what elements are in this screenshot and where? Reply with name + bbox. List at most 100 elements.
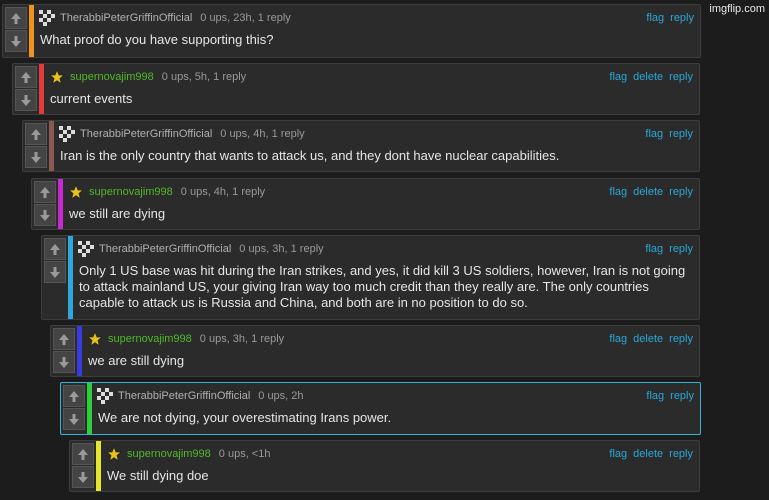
downvote-button[interactable] <box>34 204 56 226</box>
downvote-button[interactable] <box>53 351 75 373</box>
comment-7: supernovajim998 0 ups, <1h flag delete r… <box>69 440 700 492</box>
downvote-button[interactable] <box>44 261 66 283</box>
reply-link[interactable]: reply <box>669 128 693 140</box>
reply-link[interactable]: reply <box>669 243 693 255</box>
comment-6: TherabbiPeterGriffinOfficial 0 ups, 2h f… <box>60 382 701 435</box>
comment-meta: 0 ups, <1h <box>218 448 271 460</box>
comment-header: supernovajim998 0 ups, <1h flag delete r… <box>106 446 693 462</box>
arrow-down-icon <box>78 471 88 483</box>
comment-header: TherabbiPeterGriffinOfficial 0 ups, 3h, … <box>78 241 693 257</box>
delete-link[interactable]: delete <box>633 448 663 460</box>
comment-text: What proof do you have supporting this? <box>40 32 274 47</box>
arrow-up-icon <box>69 390 79 402</box>
arrow-down-icon <box>50 266 60 278</box>
arrow-down-icon <box>59 356 69 368</box>
reply-link[interactable]: reply <box>670 390 694 402</box>
checker-avatar-icon[interactable] <box>59 126 75 142</box>
upvote-button[interactable] <box>72 443 94 465</box>
comment-actions: flag reply <box>645 243 693 255</box>
flag-link[interactable]: flag <box>609 71 627 83</box>
comment-2: TherabbiPeterGriffinOfficial 0 ups, 4h, … <box>22 120 700 172</box>
upvote-button[interactable] <box>5 7 27 29</box>
username[interactable]: TherabbiPeterGriffinOfficial <box>60 12 192 24</box>
reply-link[interactable]: reply <box>670 12 694 24</box>
username[interactable]: supernovajim998 <box>127 448 211 460</box>
comment-actions: flag delete reply <box>609 333 693 345</box>
arrow-down-icon <box>31 151 41 163</box>
comment-header: TherabbiPeterGriffinOfficial 0 ups, 2h f… <box>97 388 694 404</box>
vote-controls <box>15 66 37 112</box>
flag-link[interactable]: flag <box>646 12 664 24</box>
delete-link[interactable]: delete <box>633 71 663 83</box>
star-avatar-icon[interactable] <box>68 184 84 200</box>
upvote-button[interactable] <box>44 238 66 260</box>
arrow-up-icon <box>50 243 60 255</box>
flag-link[interactable]: flag <box>646 390 664 402</box>
upvote-button[interactable] <box>63 385 85 407</box>
reply-link[interactable]: reply <box>669 186 693 198</box>
vote-controls <box>34 181 56 227</box>
reply-link[interactable]: reply <box>669 71 693 83</box>
star-avatar-icon[interactable] <box>106 446 122 462</box>
comment-text: we are still dying <box>88 353 185 368</box>
star-avatar-icon[interactable] <box>49 69 65 85</box>
comment-1: supernovajim998 0 ups, 5h, 1 reply flag … <box>12 63 700 115</box>
comment-meta: 0 ups, 4h, 1 reply <box>180 186 266 198</box>
checker-avatar-icon[interactable] <box>39 10 55 26</box>
comment-meta: 0 ups, 2h <box>258 390 304 402</box>
flag-link[interactable]: flag <box>609 333 627 345</box>
vote-controls <box>5 7 27 53</box>
comment-text: current events <box>50 91 133 106</box>
arrow-up-icon <box>21 71 31 83</box>
upvote-button[interactable] <box>34 181 56 203</box>
arrow-down-icon <box>40 209 50 221</box>
vote-controls <box>53 328 75 374</box>
flag-link[interactable]: flag <box>609 186 627 198</box>
flag-link[interactable]: flag <box>645 243 663 255</box>
reply-link[interactable]: reply <box>669 333 693 345</box>
comment-header: supernovajim998 0 ups, 3h, 1 reply flag … <box>87 331 693 347</box>
comment-actions: flag delete reply <box>609 448 693 460</box>
comment-header: supernovajim998 0 ups, 5h, 1 reply flag … <box>49 69 693 85</box>
thread-color-bar <box>68 236 73 319</box>
delete-link[interactable]: delete <box>633 186 663 198</box>
comment-text: Only 1 US base was hit during the Iran s… <box>79 263 686 310</box>
comment-actions: flag delete reply <box>609 186 693 198</box>
checker-avatar-icon[interactable] <box>97 388 113 404</box>
username[interactable]: supernovajim998 <box>108 333 192 345</box>
upvote-button[interactable] <box>25 123 47 145</box>
thread-color-bar <box>87 383 92 434</box>
reply-link[interactable]: reply <box>669 448 693 460</box>
downvote-button[interactable] <box>15 89 37 111</box>
username[interactable]: TherabbiPeterGriffinOfficial <box>80 128 212 140</box>
comment-3: supernovajim998 0 ups, 4h, 1 reply flag … <box>31 178 700 230</box>
downvote-button[interactable] <box>5 30 27 52</box>
comment-header: supernovajim998 0 ups, 4h, 1 reply flag … <box>68 184 693 200</box>
upvote-button[interactable] <box>15 66 37 88</box>
flag-link[interactable]: flag <box>645 128 663 140</box>
downvote-button[interactable] <box>72 466 94 488</box>
comment-actions: flag delete reply <box>609 71 693 83</box>
vote-controls <box>44 238 66 284</box>
username[interactable]: TherabbiPeterGriffinOfficial <box>99 243 231 255</box>
comment-header: TherabbiPeterGriffinOfficial 0 ups, 23h,… <box>39 10 694 26</box>
flag-link[interactable]: flag <box>609 448 627 460</box>
comment-meta: 0 ups, 5h, 1 reply <box>161 71 247 83</box>
delete-link[interactable]: delete <box>633 333 663 345</box>
arrow-up-icon <box>40 186 50 198</box>
downvote-button[interactable] <box>25 146 47 168</box>
arrow-down-icon <box>69 413 79 425</box>
comment-5: supernovajim998 0 ups, 3h, 1 reply flag … <box>50 325 700 377</box>
username[interactable]: supernovajim998 <box>70 71 154 83</box>
comment-meta: 0 ups, 3h, 1 reply <box>239 243 324 255</box>
username[interactable]: TherabbiPeterGriffinOfficial <box>118 390 250 402</box>
vote-controls <box>72 443 94 489</box>
comment-text: We still dying doe <box>107 468 209 483</box>
username[interactable]: supernovajim998 <box>89 186 173 198</box>
thread-color-bar <box>29 5 34 57</box>
upvote-button[interactable] <box>53 328 75 350</box>
star-avatar-icon[interactable] <box>87 331 103 347</box>
downvote-button[interactable] <box>63 408 85 430</box>
arrow-up-icon <box>11 12 21 24</box>
checker-avatar-icon[interactable] <box>78 241 94 257</box>
